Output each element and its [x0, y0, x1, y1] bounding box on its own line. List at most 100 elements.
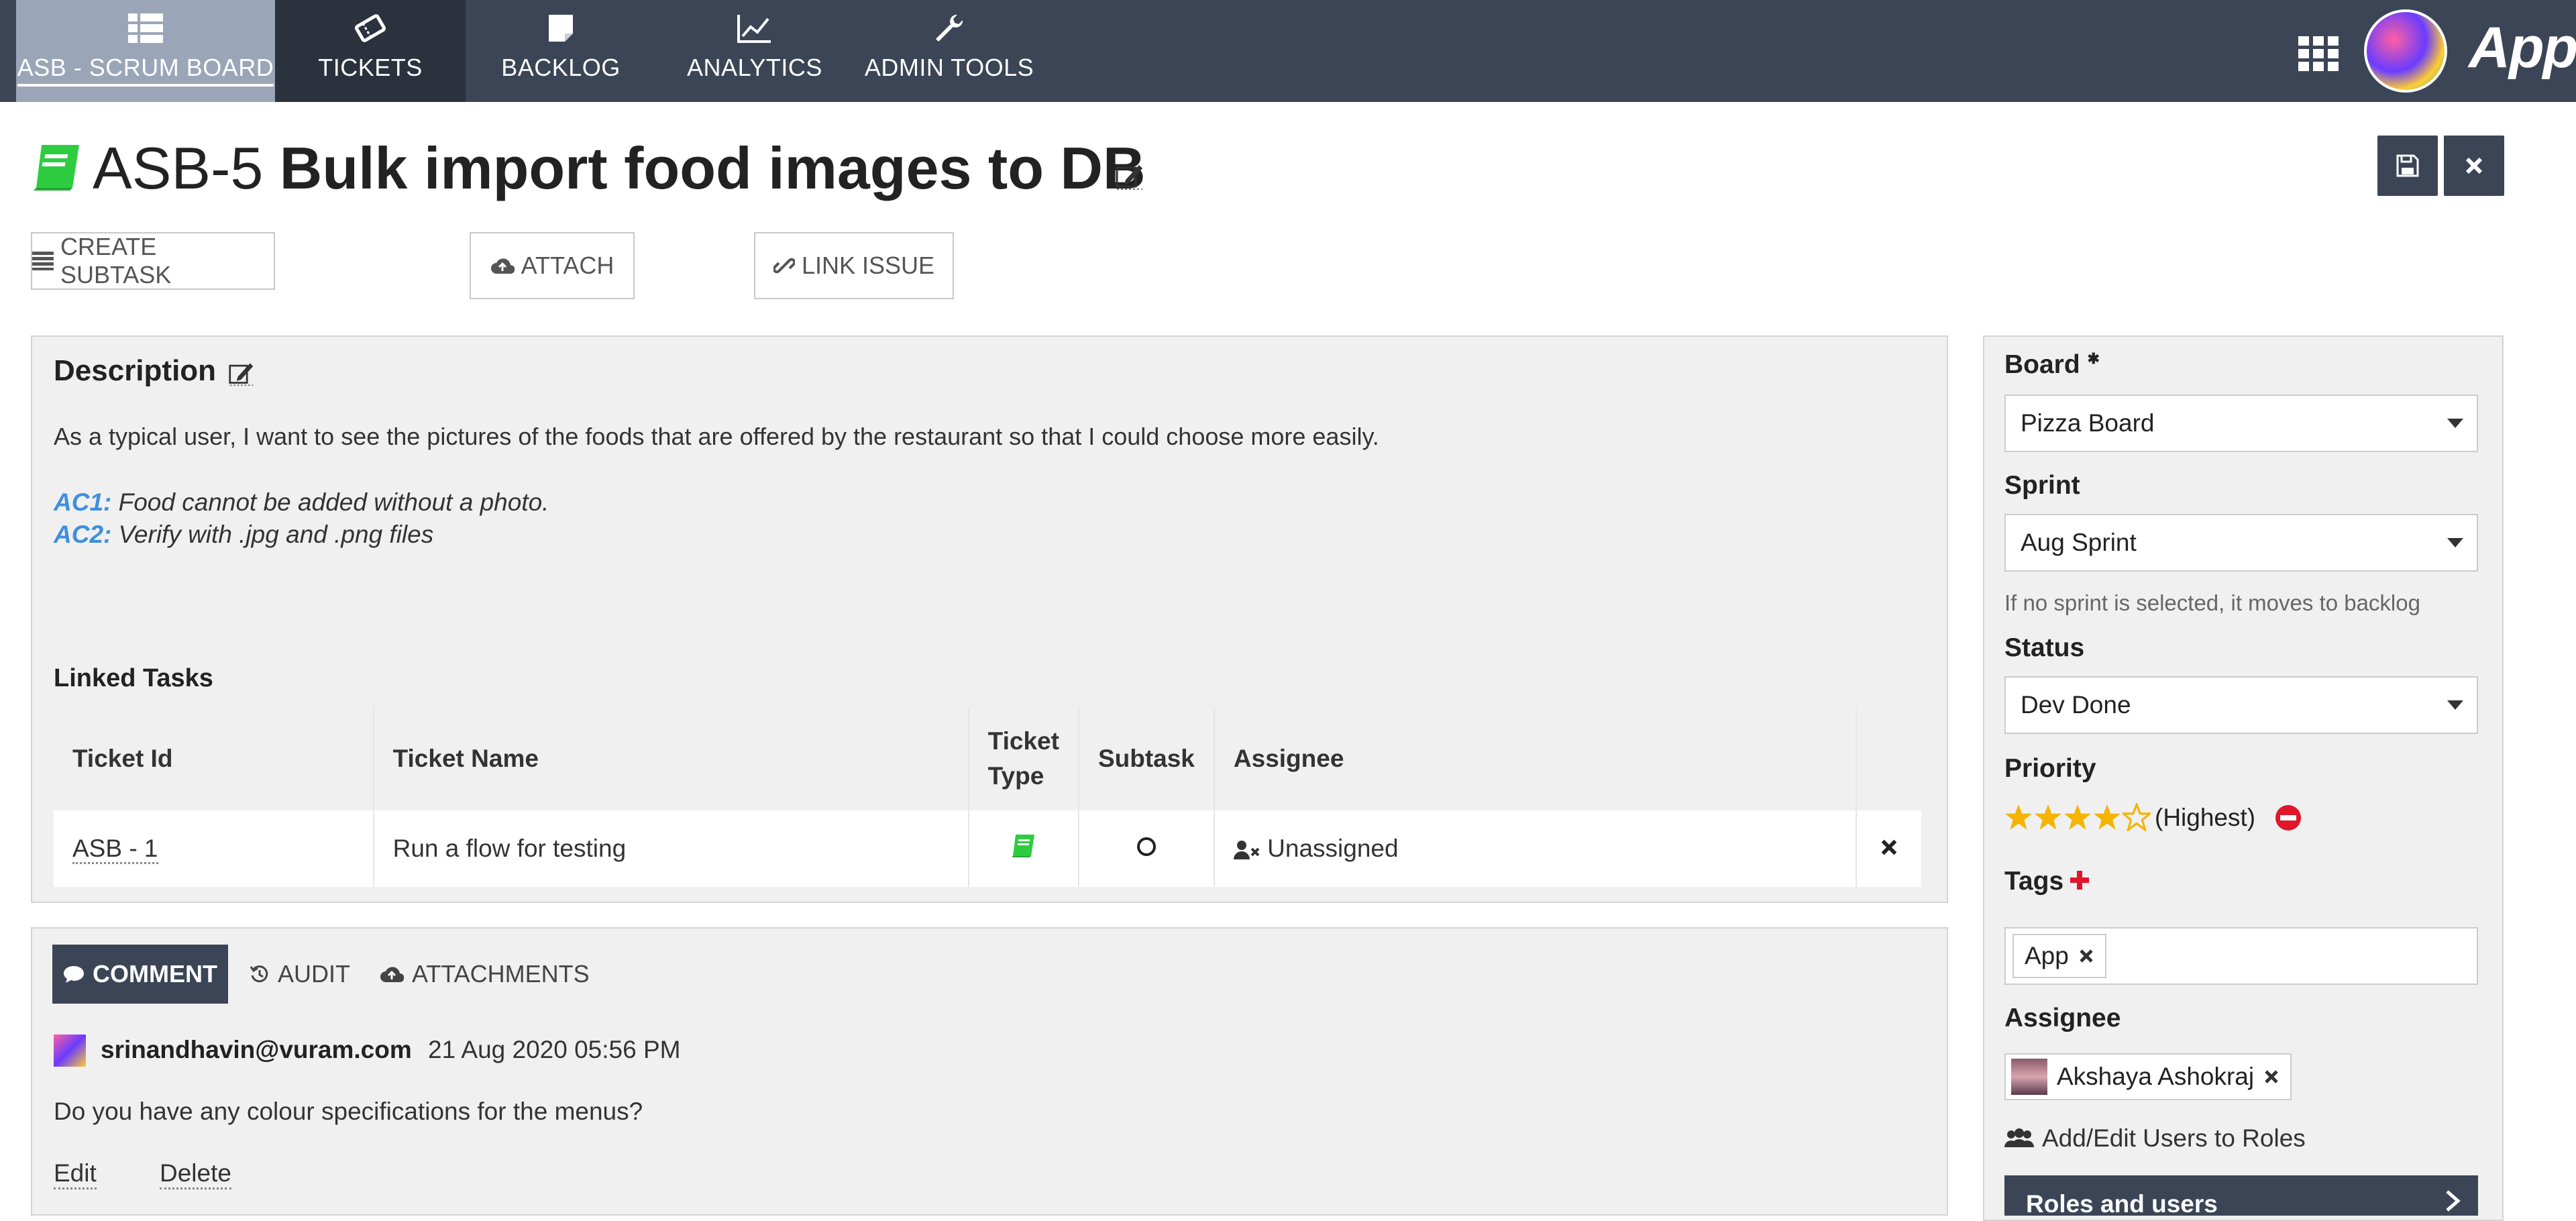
link-issue-button[interactable]: LINK ISSUE	[754, 232, 954, 299]
star-filled-icon[interactable]	[2063, 803, 2092, 831]
comment-avatar	[54, 1034, 86, 1067]
star-filled-icon[interactable]	[2034, 803, 2062, 831]
table-header-row: Ticket Id Ticket Name Ticket Type Subtas…	[54, 707, 1921, 810]
column-header: Ticket Type	[968, 707, 1079, 810]
column-header: Subtask	[1078, 707, 1215, 810]
board-value: Pizza Board	[2021, 409, 2155, 437]
cloud-upload-icon	[380, 967, 404, 982]
tab-audit[interactable]: AUDIT	[250, 945, 350, 1004]
priority-rating[interactable]	[2004, 798, 2151, 836]
close-icon[interactable]	[2078, 948, 2094, 964]
line-chart-icon	[671, 9, 839, 47]
star-filled-icon[interactable]	[2004, 803, 2033, 831]
ticket-name: Bulk import food images to DB	[279, 135, 1146, 201]
attach-button[interactable]: ATTACH	[470, 232, 635, 299]
comment-text: Do you have any colour specifications fo…	[54, 1098, 643, 1125]
cloud-upload-icon	[490, 258, 515, 274]
description-heading: Description	[54, 354, 217, 387]
column-header: Ticket Name	[373, 707, 969, 810]
board-select[interactable]: Pizza Board	[2004, 394, 2478, 452]
delete-comment-link[interactable]: Delete	[160, 1159, 231, 1189]
chevron-down-icon	[2447, 538, 2463, 547]
remove-link-cell[interactable]	[1856, 810, 1921, 887]
roles-and-users-bar[interactable]: Roles and users	[2004, 1175, 2478, 1218]
ticket-name-cell: Run a flow for testing	[373, 810, 969, 887]
user-avatar[interactable]	[2364, 9, 2447, 93]
history-icon	[250, 965, 268, 983]
wrench-icon	[852, 9, 1046, 47]
sprint-value: Aug Sprint	[2021, 529, 2137, 556]
edit-description-icon[interactable]	[228, 360, 255, 386]
add-edit-roles-link[interactable]: Add/Edit Users to Roles	[2004, 1124, 2306, 1153]
create-subtask-button[interactable]: CREATE SUBTASK	[31, 232, 275, 290]
linked-tasks-table: Ticket Id Ticket Name Ticket Type Subtas…	[54, 707, 1921, 887]
table-row: ASB - 1 Run a flow for testing Unassigne…	[54, 810, 1921, 887]
star-filled-icon[interactable]	[2093, 803, 2121, 831]
status-label: Status	[2004, 633, 2085, 662]
circle-outline-icon	[1136, 837, 1156, 856]
nav-admin-tools[interactable]: ADMIN TOOLS	[852, 0, 1046, 102]
list-icon	[32, 252, 54, 270]
acceptance-criterion-2: AC2: Verify with .jpg and .png files	[54, 521, 433, 549]
description-text: As a typical user, I want to see the pic…	[54, 423, 1379, 450]
remove-priority-icon[interactable]	[2274, 804, 2302, 832]
list-grid-icon	[16, 9, 275, 47]
ticket-icon	[275, 9, 466, 47]
sprint-label: Sprint	[2004, 471, 2080, 500]
nav-label: ADMIN TOOLS	[864, 54, 1034, 81]
ac-text: Verify with .jpg and .png files	[111, 521, 434, 548]
top-nav: ASB - SCRUM BOARD TICKETS BACKLOG ANALYT…	[0, 0, 2576, 102]
status-value: Dev Done	[2021, 691, 2131, 719]
app-grid-icon[interactable]	[2297, 32, 2340, 75]
board-label: Board ✱	[2004, 350, 2100, 380]
nav-analytics[interactable]: ANALYTICS	[671, 0, 839, 102]
ac-text: Food cannot be added without a photo.	[111, 488, 549, 516]
comment-author: srinandhavin@vuram.com	[101, 1036, 412, 1063]
edit-title-icon[interactable]	[1115, 161, 1144, 191]
close-icon[interactable]	[2263, 1069, 2279, 1085]
add-tag-icon[interactable]	[2068, 868, 2092, 892]
nav-label: TICKETS	[318, 54, 423, 81]
tab-attachments[interactable]: ATTACHMENTS	[380, 945, 590, 1004]
assignee-cell: Unassigned	[1214, 810, 1857, 887]
comment-timestamp: 21 Aug 2020 05:56 PM	[428, 1036, 681, 1063]
tab-label: ATTACHMENTS	[412, 960, 590, 988]
assignee-label: Assignee	[2004, 1004, 2121, 1032]
link-icon	[773, 258, 795, 274]
ticket-type-cell	[968, 810, 1079, 887]
star-empty-icon[interactable]	[2123, 803, 2151, 831]
brand-logo: Appia	[2469, 15, 2576, 80]
nav-scrum-board[interactable]: ASB - SCRUM BOARD	[16, 0, 275, 102]
close-icon[interactable]	[1880, 838, 1898, 857]
assignee-avatar	[2011, 1059, 2047, 1095]
tags-label: Tags	[2004, 867, 2064, 896]
status-select[interactable]: Dev Done	[2004, 676, 2478, 734]
close-button[interactable]	[2444, 136, 2504, 196]
linked-tasks-heading: Linked Tasks	[54, 664, 213, 692]
ac-label: AC2:	[54, 521, 112, 548]
close-icon	[2465, 157, 2483, 174]
priority-label: Priority	[2004, 754, 2096, 783]
edit-comment-link[interactable]: Edit	[54, 1159, 97, 1189]
acceptance-criterion-1: AC1: Food cannot be added without a phot…	[54, 488, 549, 517]
roles-bar-label: Roles and users	[2026, 1190, 2218, 1218]
chevron-right-icon	[2446, 1190, 2461, 1212]
attach-label: ATTACH	[521, 252, 614, 279]
book-icon	[31, 141, 85, 195]
assignee-chip: Akshaya Ashokraj	[2004, 1053, 2292, 1100]
book-icon	[1011, 834, 1034, 857]
nav-label: ASB - SCRUM BOARD	[17, 54, 274, 87]
users-icon	[2004, 1128, 2034, 1147]
tab-comment[interactable]: COMMENT	[52, 945, 228, 1004]
tab-label: AUDIT	[278, 960, 350, 988]
nav-backlog[interactable]: BACKLOG	[466, 0, 656, 102]
save-button[interactable]	[2377, 136, 2438, 196]
column-header-actions	[1856, 707, 1921, 810]
ticket-id-link[interactable]: ASB - 1	[72, 835, 158, 864]
user-x-icon	[1233, 841, 1260, 860]
nav-label: BACKLOG	[501, 54, 621, 81]
nav-label: ANALYTICS	[687, 54, 822, 81]
nav-tickets[interactable]: TICKETS	[275, 0, 466, 102]
tag-chip: App	[2012, 934, 2106, 978]
sprint-select[interactable]: Aug Sprint	[2004, 514, 2478, 572]
